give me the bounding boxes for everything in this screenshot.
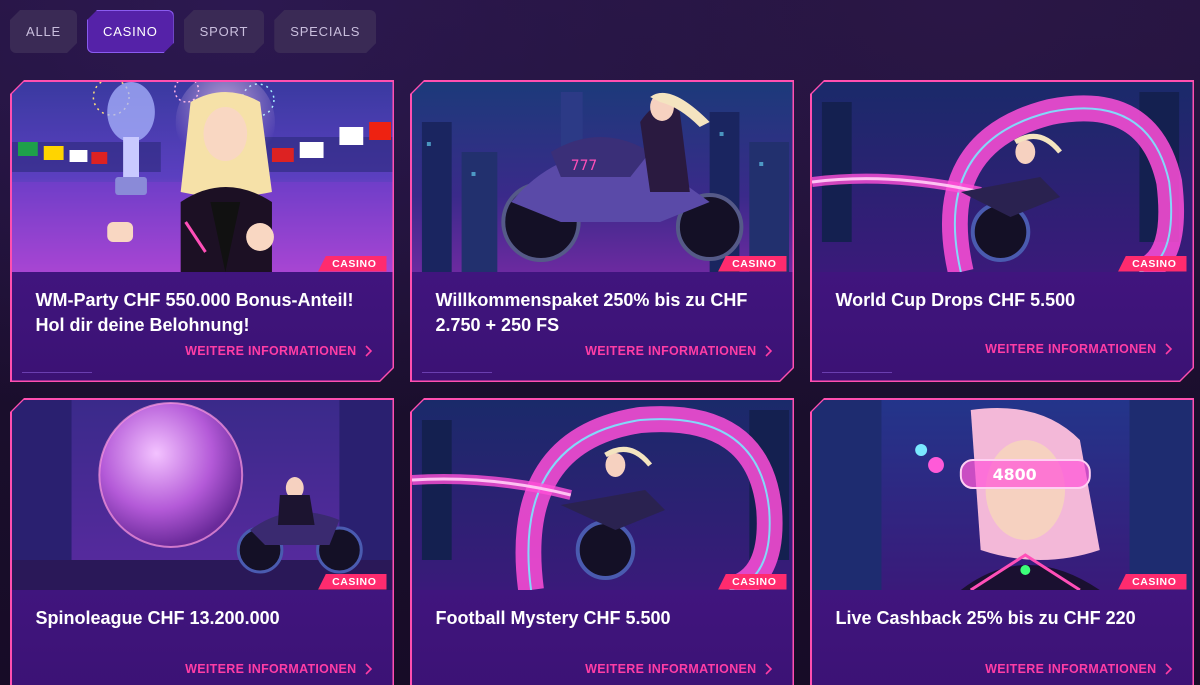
- chevron-right-icon: [365, 663, 373, 675]
- promo-image-neon-loop: [812, 82, 1193, 272]
- more-info-link[interactable]: WEITERE INFORMATIONEN: [185, 662, 372, 676]
- chevron-right-icon: [1165, 663, 1173, 675]
- promotion-grid: CASINO WM-Party CHF 550.000 Bonus-Anteil…: [10, 80, 1194, 685]
- tab-alle[interactable]: ALLE: [10, 10, 77, 53]
- card-divider: [822, 372, 892, 373]
- promo-card[interactable]: 777 CASINO Willkommenspaket 250% bis zu …: [410, 80, 794, 382]
- card-divider: [22, 372, 92, 373]
- more-info-link[interactable]: WEITERE INFORMATIONEN: [585, 662, 772, 676]
- promo-title: Willkommenspaket 250% bis zu CHF 2.750 +…: [435, 289, 748, 335]
- card-divider: [422, 372, 492, 373]
- chevron-right-icon: [365, 345, 373, 357]
- more-info-label: WEITERE INFORMATIONEN: [985, 341, 1157, 356]
- filter-tabs: ALLE CASINO SPORT SPECIALS: [10, 10, 376, 53]
- promo-image-visor-woman: 4800: [812, 400, 1193, 590]
- tab-specials[interactable]: SPECIALS: [274, 10, 376, 53]
- tab-sport[interactable]: SPORT: [184, 10, 265, 53]
- category-badge: CASINO: [318, 574, 386, 590]
- category-badge: CASINO: [1118, 256, 1186, 272]
- category-badge: CASINO: [718, 574, 786, 590]
- chevron-right-icon: [765, 345, 773, 357]
- more-info-link[interactable]: WEITERE INFORMATIONEN: [585, 344, 772, 358]
- chevron-right-icon: [765, 663, 773, 675]
- promo-image-motorbike-rider: 777: [412, 82, 793, 272]
- promo-image-neon-loop: [412, 400, 793, 590]
- promo-card[interactable]: 4800 CASINO Live Cashback 25% bis zu CHF…: [810, 398, 1194, 685]
- promo-card[interactable]: CASINO Spinoleague CHF 13.200.000 WEITER…: [10, 398, 394, 685]
- category-badge: CASINO: [318, 256, 386, 272]
- svg-text:777: 777: [570, 157, 597, 173]
- promo-title: World Cup Drops CHF 5.500: [835, 289, 1076, 310]
- promo-title: Live Cashback 25% bis zu CHF 220: [835, 607, 1136, 628]
- promo-title: Football Mystery CHF 5.500: [435, 607, 671, 628]
- promo-card[interactable]: CASINO WM-Party CHF 550.000 Bonus-Anteil…: [10, 80, 394, 382]
- more-info-link[interactable]: WEITERE INFORMATIONEN: [185, 344, 372, 358]
- more-info-label: WEITERE INFORMATIONEN: [185, 343, 357, 358]
- chevron-right-icon: [1165, 343, 1173, 355]
- promo-title: Spinoleague CHF 13.200.000: [35, 607, 280, 628]
- promo-image-trophy-woman: [12, 82, 393, 272]
- promo-card[interactable]: CASINO Football Mystery CHF 5.500 WEITER…: [410, 398, 794, 685]
- promo-card[interactable]: CASINO World Cup Drops CHF 5.500 WEITERE…: [810, 80, 1194, 382]
- more-info-label: WEITERE INFORMATIONEN: [585, 343, 757, 358]
- category-badge: CASINO: [1118, 574, 1186, 590]
- more-info-label: WEITERE INFORMATIONEN: [185, 661, 357, 676]
- more-info-link[interactable]: WEITERE INFORMATIONEN: [985, 662, 1172, 676]
- category-badge: CASINO: [718, 256, 786, 272]
- promo-image-sphere-rider: [12, 400, 393, 590]
- more-info-label: WEITERE INFORMATIONEN: [985, 661, 1157, 676]
- promo-title: WM-Party CHF 550.000 Bonus-Anteil! Hol d…: [35, 289, 354, 335]
- more-info-label: WEITERE INFORMATIONEN: [585, 661, 757, 676]
- svg-text:4800: 4800: [992, 464, 1036, 483]
- tab-casino[interactable]: CASINO: [87, 10, 174, 53]
- more-info-link[interactable]: WEITERE INFORMATIONEN: [985, 342, 1172, 356]
